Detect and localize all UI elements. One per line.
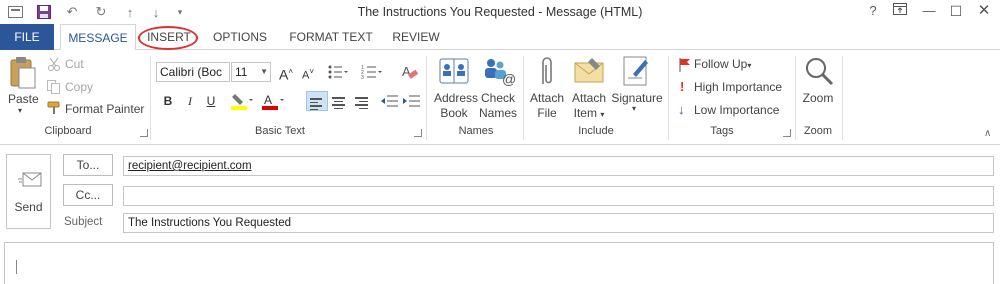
copy-button[interactable]: Copy — [65, 80, 93, 94]
font-size-value: 11 — [235, 65, 248, 79]
follow-up-button[interactable]: Follow Up▾ — [694, 57, 751, 71]
group-separator — [668, 56, 669, 140]
clear-formatting-icon[interactable]: A — [401, 63, 419, 84]
group-separator — [795, 56, 796, 140]
align-center-icon[interactable] — [329, 91, 349, 111]
increase-indent-icon[interactable] — [403, 94, 421, 111]
high-importance-icon: ! — [680, 79, 685, 94]
numbering-icon[interactable]: 123 — [361, 64, 383, 83]
cut-button[interactable]: Cut — [65, 57, 84, 71]
tags-group-label: Tags — [710, 125, 734, 137]
shrink-font-icon[interactable]: A˅ — [298, 62, 318, 82]
svg-text:A: A — [264, 93, 272, 107]
subject-field[interactable]: The Instructions You Requested — [123, 213, 994, 233]
decrease-indent-icon[interactable] — [381, 94, 399, 111]
message-body[interactable] — [4, 242, 994, 284]
address-book-label-line2: Book — [440, 106, 468, 120]
collapse-ribbon-icon[interactable]: ∧ — [984, 128, 991, 139]
basic-text-dialog-launcher[interactable] — [414, 129, 422, 137]
align-left-icon[interactable] — [306, 91, 328, 111]
bold-button[interactable]: B — [158, 91, 178, 111]
signature-button[interactable]: Signature — [611, 91, 663, 105]
low-importance-icon: ↓ — [678, 102, 685, 117]
font-name-value: Calibri (Boc — [160, 65, 223, 79]
check-names-icon: @ — [483, 56, 516, 89]
help-button[interactable]: ? — [864, 2, 882, 20]
svg-text:@: @ — [502, 71, 515, 86]
text-cursor — [16, 260, 17, 274]
minimize-button[interactable]: — — [920, 2, 938, 20]
insert-annotation-circle — [138, 26, 198, 50]
font-size-combo[interactable]: 11 ▼ — [231, 62, 271, 82]
paste-dropdown-icon[interactable]: ▾ — [18, 106, 22, 115]
send-label: Send — [14, 200, 43, 214]
high-importance-button[interactable]: High Importance — [694, 80, 782, 94]
attach-item-label-line2: Item ▾ — [573, 106, 605, 120]
include-group-label: Include — [578, 125, 614, 137]
close-button[interactable]: ✕ — [975, 2, 993, 20]
send-envelope-icon — [18, 171, 42, 192]
to-field[interactable]: recipient@recipient.com — [123, 156, 994, 176]
font-color-icon[interactable]: A — [262, 92, 286, 113]
check-names-button[interactable]: Check — [478, 91, 518, 105]
group-separator — [150, 56, 151, 140]
copy-icon — [47, 80, 61, 97]
zoom-group-label: Zoom — [803, 125, 833, 137]
chevron-down-icon[interactable]: ▾ — [632, 104, 636, 113]
attach-item-button[interactable]: Attach — [569, 91, 609, 105]
zoom-button[interactable]: Zoom — [798, 91, 838, 105]
group-separator — [842, 56, 843, 140]
ribbon-display-options-button[interactable] — [891, 2, 909, 20]
group-separator — [523, 56, 524, 140]
low-importance-button[interactable]: Low Importance — [694, 103, 779, 117]
address-book-icon — [439, 56, 469, 89]
maximize-button[interactable]: ☐ — [947, 2, 965, 20]
zoom-icon — [804, 56, 834, 89]
italic-button[interactable]: I — [180, 91, 200, 111]
highlight-color-icon[interactable] — [231, 92, 255, 113]
cc-button[interactable]: Cc... — [63, 184, 113, 206]
signature-icon — [623, 56, 651, 91]
tab-file[interactable]: FILE — [0, 24, 54, 50]
to-button[interactable]: To... — [63, 154, 113, 176]
clipboard-group-label: Clipboard — [44, 125, 92, 137]
cc-field[interactable] — [123, 186, 994, 206]
underline-button[interactable]: U — [201, 91, 221, 111]
format-painter-icon — [47, 101, 62, 118]
attach-file-button[interactable]: Attach — [527, 91, 567, 105]
title-bar: ↶ ↻ ↑ ↓ ▾ The Instructions You Requested… — [0, 0, 1000, 24]
basic-text-group-label: Basic Text — [255, 125, 305, 137]
format-painter-button[interactable]: Format Painter — [65, 102, 144, 116]
tab-options[interactable]: OPTIONS — [204, 24, 276, 50]
address-book-button[interactable]: Address — [434, 91, 478, 105]
envelope-icon — [574, 58, 604, 87]
paste-button[interactable]: Paste — [8, 92, 39, 106]
bullets-icon[interactable] — [328, 64, 348, 83]
check-names-label-line2: Names — [478, 106, 517, 120]
font-name-combo[interactable]: Calibri (Boc — [156, 62, 230, 82]
attach-file-label-line2: File — [537, 106, 557, 120]
tab-format-text[interactable]: FORMAT TEXT — [284, 24, 378, 50]
svg-text:3: 3 — [361, 75, 364, 80]
recipient-token[interactable]: recipient@recipient.com — [128, 160, 252, 172]
tab-review[interactable]: REVIEW — [386, 24, 446, 50]
subject-label: Subject — [64, 216, 103, 228]
chevron-down-icon: ▾ — [600, 110, 605, 119]
chevron-down-icon: ▾ — [747, 61, 752, 70]
grow-font-icon[interactable]: A˄ — [276, 62, 296, 83]
cut-icon — [47, 57, 61, 74]
names-group-label: Names — [458, 125, 494, 137]
paste-icon[interactable] — [8, 56, 36, 93]
window-title: The Instructions You Requested - Message… — [357, 5, 643, 19]
paperclip-icon — [537, 56, 557, 91]
clipboard-dialog-launcher[interactable] — [140, 129, 148, 137]
group-separator — [426, 56, 427, 140]
chevron-down-icon: ▼ — [260, 67, 268, 76]
tags-dialog-launcher[interactable] — [783, 129, 791, 137]
send-button[interactable]: Send — [6, 154, 51, 229]
tab-message[interactable]: MESSAGE — [60, 24, 136, 51]
flag-icon — [679, 58, 691, 75]
align-right-icon[interactable] — [352, 91, 372, 111]
